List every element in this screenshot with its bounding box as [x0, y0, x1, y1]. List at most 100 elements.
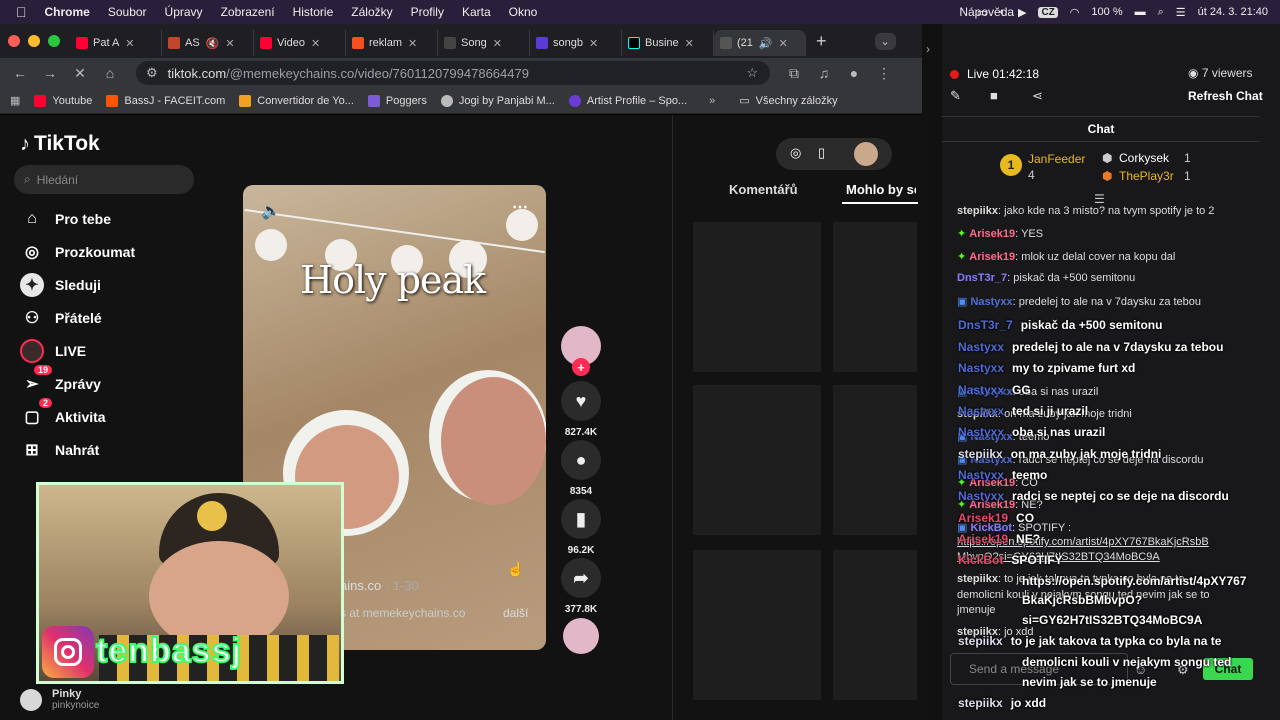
comment-button[interactable]: ● 8354 [559, 440, 603, 497]
share-button[interactable]: ➦ 377.8K [559, 558, 603, 615]
minimize-window-icon[interactable] [28, 35, 40, 47]
close-window-icon[interactable] [8, 35, 20, 47]
battery-icon[interactable]: ▬ [1135, 6, 1146, 18]
menu-item[interactable]: Okno [509, 5, 538, 19]
panel-collapse[interactable]: › [922, 24, 942, 720]
all-bookmarks[interactable]: ▭ Všechny záložky [739, 94, 837, 108]
nav-live[interactable]: LIVE [20, 337, 220, 365]
wifi-icon[interactable]: ◠ [1070, 6, 1080, 19]
close-tab-icon[interactable]: ✕ [125, 37, 134, 50]
close-tab-icon[interactable]: ✕ [408, 37, 417, 50]
following-account[interactable]: Pinky pinkynoice [20, 688, 99, 712]
caption-author[interactable]: ains.co [340, 578, 381, 593]
screen-icon[interactable]: ▭ [977, 6, 987, 19]
more-bookmarks-icon[interactable]: » [709, 95, 715, 107]
nav-for-you[interactable]: ⌂ Pro tebe [20, 205, 220, 233]
bookmark-star-icon[interactable]: ☆ [746, 65, 758, 81]
apple-icon[interactable]:  [16, 4, 27, 20]
back-icon[interactable]: ← [10, 65, 30, 81]
like-button[interactable]: ♥ 827.4K [559, 381, 603, 438]
sound-disc[interactable] [559, 618, 603, 660]
spotlight-icon[interactable]: ⌕ [1158, 6, 1164, 19]
menu-app[interactable]: Chrome [45, 5, 90, 19]
browser-tab[interactable]: songb ✕ [530, 30, 622, 56]
profile-avatar[interactable] [854, 142, 878, 166]
caption-more[interactable]: další [503, 606, 528, 620]
close-tab-icon[interactable]: ✕ [493, 37, 502, 50]
address-bar[interactable]: ⚙ tiktok.com/@memekeychains.co/video/760… [136, 61, 770, 85]
browser-tab[interactable]: Video ✕ [254, 30, 346, 56]
video-caption-author[interactable]: ains.co · 1-30 [340, 578, 419, 593]
collapse-icon[interactable]: ☰ [1094, 192, 1105, 206]
creator-avatar[interactable]: + [559, 326, 603, 376]
menu-item[interactable]: Historie [293, 5, 334, 19]
volume-icon[interactable]: 🔈 [261, 201, 281, 221]
tab-search-icon[interactable]: ⌄ [874, 32, 896, 50]
video-thumbnail[interactable] [693, 385, 821, 535]
new-tab-icon[interactable]: + [816, 31, 827, 52]
bookmark-item[interactable]: Artist Profile – Spo... [568, 94, 687, 107]
menu-item[interactable]: Soubor [108, 5, 147, 19]
edit-icon[interactable]: ✎ [950, 88, 961, 104]
forward-icon[interactable]: → [40, 65, 60, 81]
zoom-window-icon[interactable] [48, 35, 60, 47]
nav-explore[interactable]: ◎ Prozkoumat [20, 238, 220, 266]
device-icon[interactable]: ▯ [818, 145, 825, 161]
extensions-icon[interactable]: ⧉ [784, 65, 804, 82]
menu-item[interactable]: Karta [462, 5, 491, 19]
nav-following[interactable]: ✦ Sleduji [20, 271, 220, 299]
browser-tab[interactable]: Busine ✕ [622, 30, 714, 56]
browser-tab[interactable]: Pat A ✕ [70, 30, 162, 56]
video-thumbnail[interactable] [833, 222, 917, 372]
video-thumbnail[interactable] [693, 222, 821, 372]
follow-plus-icon[interactable]: + [572, 358, 590, 376]
browser-tab-active[interactable]: (21 🔊 ✕ [714, 30, 806, 56]
bookmark-item[interactable]: Convertidor de Yo... [239, 94, 354, 107]
tab-related[interactable]: Mohlo by se [846, 182, 916, 197]
home-icon[interactable]: ⌂ [100, 65, 120, 81]
media-control-icon[interactable]: ♫ [814, 65, 834, 81]
nav-activity[interactable]: ▢ 2 Aktivita [20, 398, 220, 431]
close-tab-icon[interactable]: ✕ [779, 37, 788, 50]
menu-item[interactable]: Profily [411, 5, 444, 19]
close-tab-icon[interactable]: ✕ [225, 37, 234, 50]
bookmark-item[interactable]: BassJ - FACEIT.com [106, 94, 225, 107]
input-language[interactable]: CZ [1038, 6, 1058, 18]
tiktok-logo[interactable]: ♪ TikTok [20, 132, 100, 156]
nav-upload[interactable]: ⊞ Nahrát [20, 436, 220, 464]
stop-icon[interactable]: ✕ [70, 65, 90, 82]
close-tab-icon[interactable]: ✕ [589, 37, 598, 50]
menu-item[interactable]: Záložky [351, 5, 392, 19]
video-thumbnail[interactable] [833, 385, 917, 535]
video-thumbnail[interactable] [693, 550, 821, 700]
close-tab-icon[interactable]: ✕ [685, 37, 694, 50]
browser-tab[interactable]: AS 🔇 ✕ [162, 30, 254, 56]
bookmark-item[interactable]: Poggers [367, 94, 427, 107]
apps-grid-icon[interactable]: ▦ [10, 94, 20, 107]
close-tab-icon[interactable]: ✕ [311, 37, 320, 50]
bookmark-item[interactable]: Jogi by Panjabi M... [440, 94, 555, 107]
menu-item[interactable]: Úpravy [165, 5, 203, 19]
browser-tab[interactable]: reklam ✕ [346, 30, 438, 56]
nav-friends[interactable]: ⚇ Přátelé [20, 304, 220, 332]
coins-icon[interactable]: ◎ [790, 145, 801, 161]
mute-icon[interactable]: 🔇 [206, 37, 220, 50]
audio-icon[interactable]: 🔊 [759, 37, 773, 50]
control-center-icon[interactable]: ☰ [1176, 6, 1186, 19]
bookmark-item[interactable]: Youtube [34, 94, 92, 107]
refresh-chat-button[interactable]: Refresh Chat [1188, 89, 1263, 103]
chevron-right-icon[interactable]: › [926, 42, 930, 56]
more-options-icon[interactable]: ⋯ [512, 197, 528, 217]
menu-item[interactable]: Zobrazení [221, 5, 275, 19]
controls-icon[interactable]: ◐ [999, 6, 1006, 18]
menu-icon[interactable]: ⋮ [874, 65, 894, 82]
video-thumbnail[interactable] [833, 550, 917, 700]
share-icon[interactable]: ⋖ [1032, 88, 1043, 104]
camera-icon[interactable]: ■ [990, 88, 998, 103]
search-input[interactable]: ⌕ Hledání [14, 165, 194, 194]
clock[interactable]: út 24. 3. 21:40 [1198, 6, 1268, 18]
browser-tab[interactable]: Song ✕ [438, 30, 530, 56]
play-icon[interactable]: ▶ [1018, 6, 1026, 19]
site-info-icon[interactable]: ⚙ [146, 65, 158, 81]
save-button[interactable]: ▮ 96.2K [559, 499, 603, 556]
